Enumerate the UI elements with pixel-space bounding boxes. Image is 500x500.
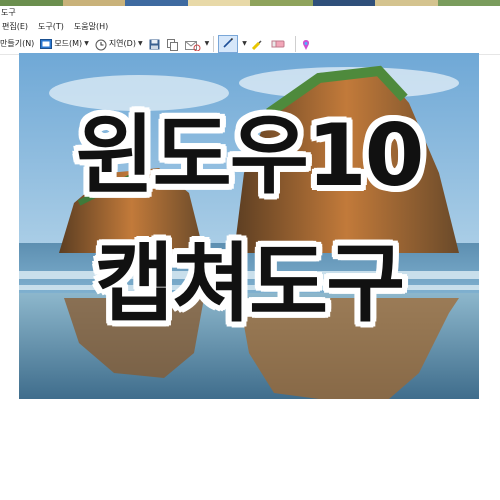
pen-button[interactable] bbox=[218, 34, 239, 53]
copy-icon[interactable] bbox=[166, 38, 179, 51]
mode-label: 모드(M) bbox=[54, 39, 83, 48]
clock-icon bbox=[95, 39, 107, 50]
save-icon[interactable] bbox=[149, 39, 161, 49]
new-snip-label: 만들기(N) bbox=[0, 39, 35, 48]
mode-icon bbox=[40, 38, 53, 49]
overlay-title: 윈도우10 캡쳐도구 bbox=[19, 110, 479, 330]
pen-icon bbox=[222, 37, 234, 51]
overlay-title-line2: 캡쳐도구 bbox=[94, 234, 405, 334]
mode-button[interactable]: 모드(M) ▼ bbox=[40, 38, 89, 49]
overlay-title-line1: 윈도우10 bbox=[75, 106, 424, 206]
send-email-icon[interactable] bbox=[184, 39, 201, 51]
menu-bar: 편집(E) 도구(T) 도움말(H) bbox=[0, 19, 500, 34]
paint3d-icon[interactable] bbox=[300, 39, 312, 50]
mode-dropdown-icon[interactable]: ▼ bbox=[84, 40, 89, 47]
pen-dropdown-icon[interactable]: ▼ bbox=[242, 40, 247, 47]
toolbar-separator bbox=[294, 35, 296, 52]
toolbar: 만들기(N) 모드(M) ▼ 지연(D) ▼ ▼ ▼ bbox=[0, 33, 500, 55]
window-title: 도구 bbox=[1, 8, 16, 17]
delay-dropdown-icon[interactable]: ▼ bbox=[138, 40, 143, 47]
window-title-bar: 도구 bbox=[0, 6, 500, 20]
highlighter-icon[interactable] bbox=[251, 39, 263, 50]
delay-button[interactable]: 지연(D) ▼ bbox=[95, 38, 143, 50]
menu-help[interactable]: 도움말(H) bbox=[74, 21, 108, 32]
menu-edit[interactable]: 편집(E) bbox=[2, 21, 28, 32]
menu-tools[interactable]: 도구(T) bbox=[38, 21, 64, 32]
new-snip-button[interactable]: 만들기(N) bbox=[0, 38, 34, 49]
send-dropdown-icon[interactable]: ▼ bbox=[205, 40, 210, 47]
delay-label: 지연(D) bbox=[108, 39, 136, 48]
eraser-icon[interactable] bbox=[271, 39, 285, 49]
toolbar-separator bbox=[213, 35, 215, 52]
